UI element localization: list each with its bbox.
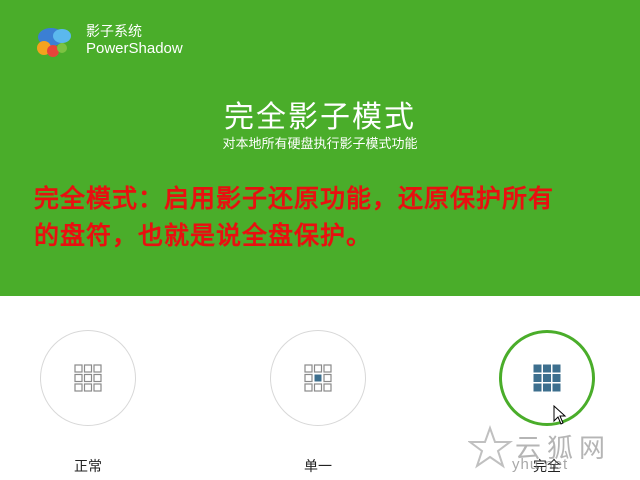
grid-full-icon: [533, 364, 561, 392]
mouse-cursor-icon: [553, 405, 567, 425]
mode-normal-label: 正常: [74, 458, 102, 474]
powershadow-logo-icon: [37, 28, 71, 57]
watermark-url: yhu.net: [512, 456, 569, 473]
mode-single-label: 单一: [304, 458, 332, 474]
mode-single-button[interactable]: [270, 330, 366, 426]
grid-empty-icon: [74, 364, 102, 392]
red-annotation: 完全模式：启用影子还原功能，还原保护所有 的盘符，也就是说全盘保护。: [34, 180, 624, 254]
grid-single-icon: [304, 364, 332, 392]
annotation-line-2: 的盘符，也就是说全盘保护。: [34, 221, 373, 250]
mode-title: 完全影子模式: [224, 101, 416, 134]
mode-header: 影子系统 PowerShadow 完全影子模式 对本地所有硬盘执行影子模式功能 …: [0, 0, 640, 296]
brand-name-en: PowerShadow: [86, 40, 183, 57]
brand-name-cn: 影子系统: [86, 23, 142, 39]
mode-full-button[interactable]: [499, 330, 595, 426]
annotation-line-1: 完全模式：启用影子还原功能，还原保护所有: [34, 184, 555, 213]
mode-subtitle: 对本地所有硬盘执行影子模式功能: [222, 136, 418, 151]
mode-normal-button[interactable]: [40, 330, 136, 426]
